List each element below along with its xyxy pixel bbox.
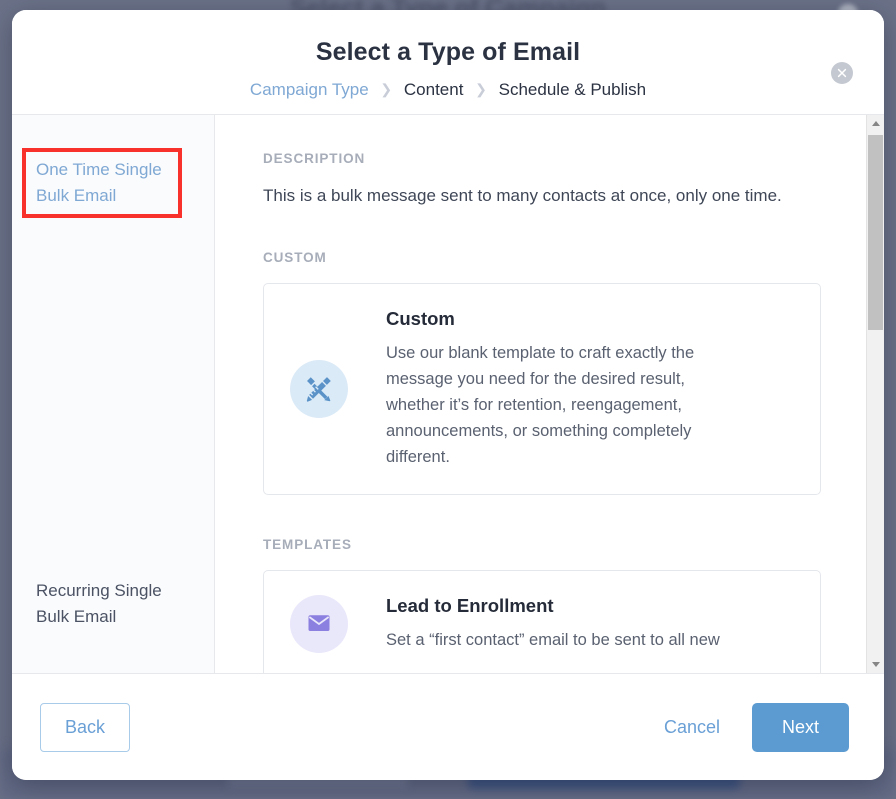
close-icon xyxy=(837,68,847,78)
close-button[interactable] xyxy=(831,62,853,84)
page-title: Select a Type of Email xyxy=(315,38,581,66)
sidebar-item-recurring-single-bulk-email[interactable]: Recurring Single Bulk Email xyxy=(22,570,190,639)
content-scrollbar[interactable] xyxy=(866,115,884,673)
template-glyph xyxy=(308,615,330,631)
modal-body: One Time Single Bulk Email Recurring Sin… xyxy=(12,114,884,673)
template-card-text: Set a “first contact” email to be sent t… xyxy=(386,631,720,649)
chevron-right-icon: ❯ xyxy=(475,81,487,97)
content-panel: DESCRIPTION This is a bulk message sent … xyxy=(215,115,884,673)
select-email-type-modal: Select a Type of Email Campaign Type ❯ C… xyxy=(12,10,884,780)
template-card-title: Lead to Enrollment xyxy=(386,595,554,616)
custom-card-title: Custom xyxy=(386,308,455,329)
ruler-pencil-glyph xyxy=(306,377,331,402)
templates-section-label: TEMPLATES xyxy=(263,537,352,552)
template-icon xyxy=(290,595,348,653)
ruler-pencil-icon xyxy=(290,360,348,418)
custom-card-text: Use our blank template to craft exactly … xyxy=(386,344,695,466)
sidebar-item-one-time-single-bulk-email[interactable]: One Time Single Bulk Email xyxy=(22,149,190,218)
campaign-type-sidebar: One Time Single Bulk Email Recurring Sin… xyxy=(12,115,215,673)
description-section-label: DESCRIPTION xyxy=(263,151,366,166)
next-button[interactable]: Next xyxy=(751,702,849,752)
cancel-button[interactable]: Cancel xyxy=(648,704,736,751)
content-scroll-area: DESCRIPTION This is a bulk message sent … xyxy=(215,115,867,673)
caret-down-icon xyxy=(871,662,880,667)
scrollbar-thumb[interactable] xyxy=(868,135,883,330)
scrollbar-up-arrow[interactable] xyxy=(867,115,884,132)
modal-footer: Back Cancel Next xyxy=(12,673,884,780)
caret-up-icon xyxy=(871,121,880,126)
template-card-body: Lead to Enrollment Set a “first contact”… xyxy=(386,595,794,653)
breadcrumb-item-campaign-type[interactable]: Campaign Type xyxy=(250,80,369,99)
back-button[interactable]: Back xyxy=(40,702,131,752)
breadcrumb-item-schedule-publish[interactable]: Schedule & Publish xyxy=(499,80,646,99)
breadcrumb-item-content[interactable]: Content xyxy=(404,80,464,99)
chevron-right-icon: ❯ xyxy=(380,81,393,97)
custom-template-card[interactable]: Custom Use our blank template to craft e… xyxy=(263,283,821,495)
breadcrumb: Campaign Type ❯ Content ❯ Schedule & Pub… xyxy=(12,80,884,100)
custom-section-label: CUSTOM xyxy=(263,250,327,265)
custom-card-body: Custom Use our blank template to craft e… xyxy=(386,308,794,470)
description-text: This is a bulk message sent to many cont… xyxy=(263,186,782,205)
template-card-lead-to-enrollment[interactable]: Lead to Enrollment Set a “first contact”… xyxy=(263,570,821,673)
modal-header: Select a Type of Email Campaign Type ❯ C… xyxy=(12,10,884,114)
scrollbar-down-arrow[interactable] xyxy=(867,656,884,673)
